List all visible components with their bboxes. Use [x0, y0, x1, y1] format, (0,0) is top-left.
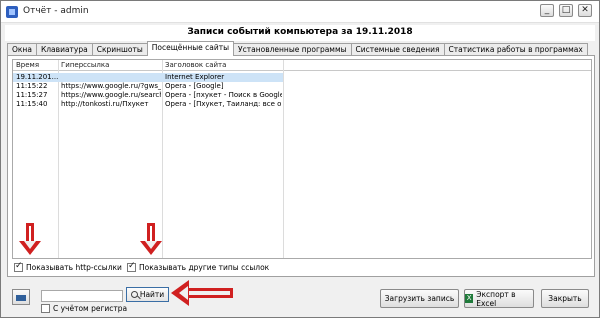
export-excel-label: Экспорт в Excel: [476, 289, 516, 308]
case-sensitive-label: С учётом регистра: [53, 304, 128, 313]
cell-site-title: Opera - [Google]: [165, 82, 224, 90]
tab-bar: Окна Клавиатура Скриншоты Посещённые сай…: [7, 41, 588, 56]
excel-icon: X: [465, 294, 474, 303]
show-other-links-checkbox[interactable]: Показывать другие типы ссылок: [127, 261, 270, 272]
checkbox-checked-icon[interactable]: [14, 261, 23, 272]
minimize-button[interactable]: _: [540, 4, 554, 17]
report-title: Записи событий компьютера за 19.11.2018: [187, 27, 413, 37]
table-row[interactable]: 11:15:22 https://www.google.ru/?gws_rd..…: [13, 82, 591, 91]
report-header: Записи событий компьютера за 19.11.2018: [5, 25, 595, 41]
cell-time: 19.11.201...: [16, 73, 58, 81]
close-window-button[interactable]: ✕: [578, 4, 592, 17]
cell-site-title: Internet Explorer: [165, 73, 225, 81]
maximize-button[interactable]: □: [559, 4, 573, 17]
cell-site-title: Opera - [пхукет - Поиск в Google]: [165, 91, 282, 99]
annotation-arrow-down-icon: [140, 223, 164, 257]
cell-time: 11:15:40: [16, 100, 48, 108]
find-button-label: Найти: [139, 290, 165, 299]
title-bar: Отчёт - admin _ □ ✕: [1, 1, 599, 23]
table-row[interactable]: 19.11.201... Internet Explorer: [13, 73, 591, 82]
cell-url: https://www.google.ru/?gws_rd...: [61, 82, 161, 90]
cell-time: 11:15:27: [16, 91, 48, 99]
report-window: Отчёт - admin _ □ ✕ Записи событий компь…: [0, 0, 600, 318]
show-other-links-label: Показывать другие типы ссылок: [139, 263, 270, 272]
table-header: Время Гиперссылка Заголовок сайта: [13, 60, 591, 71]
case-sensitive-checkbox[interactable]: С учётом регистра: [41, 304, 127, 313]
magnifier-icon: [130, 291, 138, 298]
close-button[interactable]: Закрыть: [541, 289, 589, 308]
visited-sites-panel: Время Гиперссылка Заголовок сайта 19.11.…: [7, 55, 595, 277]
column-header-site-title[interactable]: Заголовок сайта: [165, 61, 226, 69]
cell-site-title: Opera - [Пхукет, Таиланд: все о П...: [165, 100, 282, 108]
checkbox-checked-icon[interactable]: [127, 261, 136, 272]
column-header-url[interactable]: Гиперссылка: [61, 61, 109, 69]
annotation-arrow-down-icon: [19, 223, 43, 257]
window-title: Отчёт - admin: [23, 6, 89, 16]
show-http-links-label: Показывать http-ссылки: [26, 263, 122, 272]
search-input[interactable]: [41, 290, 123, 302]
column-header-time[interactable]: Время: [16, 61, 39, 69]
table-row[interactable]: 11:15:27 https://www.google.ru/search?..…: [13, 91, 591, 100]
app-icon: [6, 6, 18, 18]
checkbox-unchecked-icon[interactable]: [41, 304, 50, 313]
export-excel-button[interactable]: X Экспорт в Excel: [464, 289, 534, 308]
load-record-button[interactable]: Загрузить запись: [380, 289, 459, 308]
table-row[interactable]: 11:15:40 http://tonkosti.ru/Пхукет Opera…: [13, 100, 591, 109]
cell-time: 11:15:22: [16, 82, 48, 90]
tab-visited-sites[interactable]: Посещённые сайты: [146, 41, 235, 56]
visited-sites-table[interactable]: Время Гиперссылка Заголовок сайта 19.11.…: [12, 59, 592, 259]
cell-url: https://www.google.ru/search?...: [61, 91, 161, 99]
print-button[interactable]: [12, 289, 30, 305]
find-button[interactable]: Найти: [126, 287, 169, 302]
show-http-links-checkbox[interactable]: Показывать http-ссылки: [14, 261, 122, 272]
cell-url: http://tonkosti.ru/Пхукет: [61, 100, 149, 108]
annotation-arrow-left-icon: [171, 280, 235, 306]
